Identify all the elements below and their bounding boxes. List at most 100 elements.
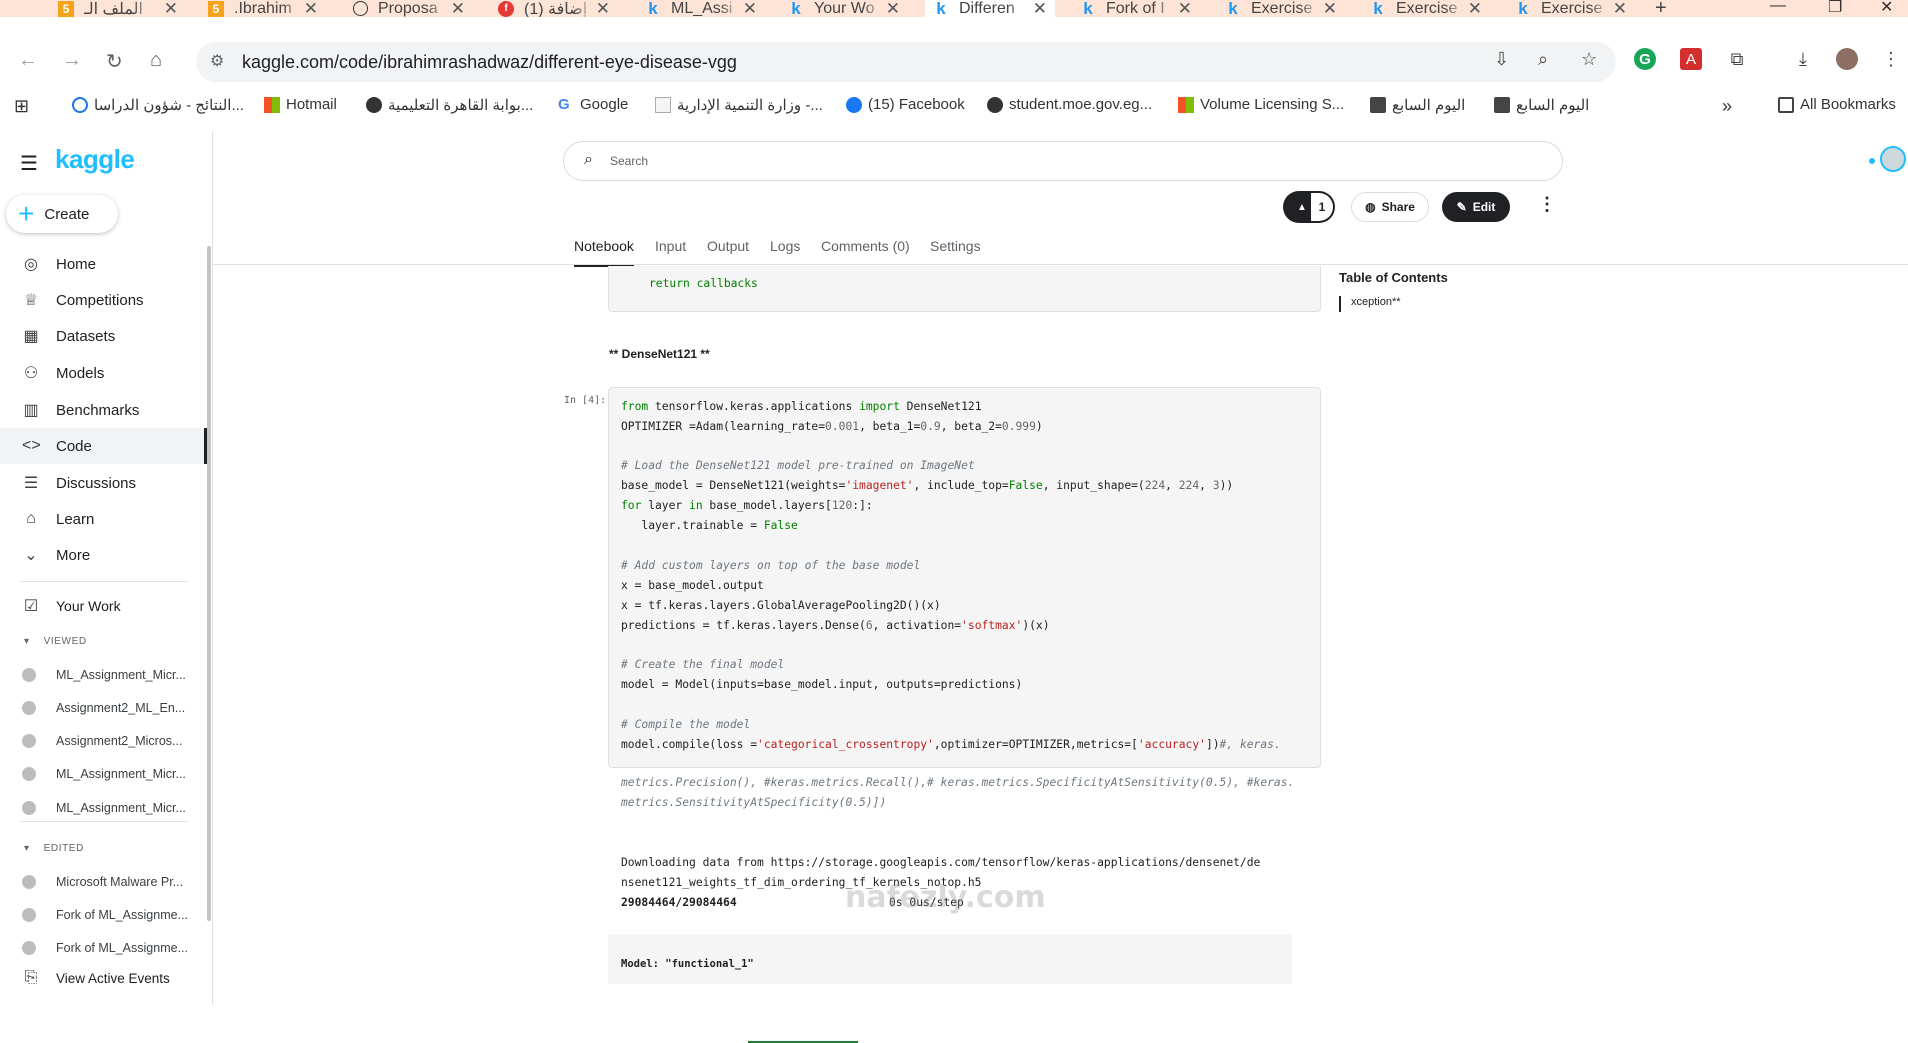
- sidebar-item-more[interactable]: ⌄ More: [0, 537, 206, 573]
- close-icon[interactable]: ✕: [164, 0, 178, 19]
- browser-tab[interactable]: Proposa ✕: [353, 0, 465, 19]
- close-icon[interactable]: ✕: [743, 0, 757, 19]
- close-window-icon[interactable]: ✕: [1880, 0, 1893, 17]
- downloads-icon[interactable]: ⤓: [1792, 48, 1814, 70]
- recent-item[interactable]: ML_Assignment_Micr...: [0, 796, 206, 820]
- browser-tab[interactable]: k Exercise ✕: [1225, 0, 1337, 19]
- browser-tab[interactable]: k Exercise ✕: [1370, 0, 1482, 19]
- tab-output[interactable]: Output: [707, 238, 749, 254]
- tab-input[interactable]: Input: [655, 238, 686, 254]
- upvote-button[interactable]: ▲ 1: [1283, 191, 1335, 223]
- address-bar[interactable]: ⚙ kaggle.com/code/ibrahimrashadwaz/diffe…: [196, 42, 1616, 82]
- extensions-icon[interactable]: ⧉: [1726, 48, 1748, 70]
- sidebar-item-datasets[interactable]: ▦ Datasets: [0, 318, 206, 354]
- bookmark-item[interactable]: اليوم السابع: [1494, 96, 1589, 114]
- bookmark-item[interactable]: بوابة القاهرة التعليمية...: [366, 96, 533, 114]
- code-icon: <>: [22, 437, 41, 454]
- close-icon[interactable]: ✕: [451, 0, 465, 19]
- sidebar-item-your-work[interactable]: ☑ Your Work: [0, 588, 206, 624]
- bookmark-item[interactable]: Volume Licensing S...: [1178, 96, 1344, 113]
- close-icon[interactable]: ✕: [886, 0, 900, 19]
- recent-item[interactable]: Microsoft Malware Pr...: [0, 870, 206, 894]
- create-button[interactable]: + Create: [6, 195, 118, 233]
- sidebar-item-code[interactable]: <> Code: [0, 428, 207, 464]
- kaggle-logo[interactable]: kaggle: [55, 144, 135, 175]
- sidebar-scrollbar[interactable]: [207, 246, 211, 921]
- code-cell[interactable]: return callbacks: [608, 266, 1321, 312]
- close-icon[interactable]: ✕: [1178, 0, 1192, 19]
- tab-notebook[interactable]: Notebook: [574, 238, 634, 267]
- all-bookmarks[interactable]: All Bookmarks: [1778, 96, 1896, 113]
- bookmark-item[interactable]: (15) Facebook: [846, 96, 965, 113]
- install-app-icon[interactable]: ⇩: [1494, 49, 1509, 70]
- browser-tab[interactable]: 5 .Ibrahim ✕: [208, 0, 318, 19]
- browser-tab[interactable]: k Exercise ✕: [1515, 0, 1627, 19]
- browser-tab-active[interactable]: k Differen ✕: [925, 0, 1055, 19]
- caret-down-icon: ▾: [24, 843, 30, 854]
- back-icon[interactable]: ←: [18, 49, 38, 72]
- tab-logs[interactable]: Logs: [770, 238, 800, 254]
- minimize-icon[interactable]: —: [1770, 0, 1786, 15]
- close-icon[interactable]: ✕: [1323, 0, 1337, 19]
- sidebar-item-competitions[interactable]: ♕ Competitions: [0, 282, 206, 318]
- recent-item[interactable]: ML_Assignment_Micr...: [0, 663, 206, 687]
- more-options-icon[interactable]: ⋮: [1538, 194, 1556, 215]
- reload-icon[interactable]: ↻: [106, 49, 123, 74]
- recent-item[interactable]: Assignment2_Micros...: [0, 729, 206, 753]
- bookmark-item[interactable]: النتائج - شؤون الدراسا...: [72, 96, 244, 114]
- search-input[interactable]: ⌕ Search: [563, 141, 1563, 181]
- close-icon[interactable]: ✕: [1033, 0, 1047, 19]
- restore-icon[interactable]: ❐: [1828, 0, 1842, 17]
- code-cell[interactable]: from tensorflow.keras.applications impor…: [608, 387, 1321, 768]
- edited-section-header[interactable]: ▾ EDITED: [24, 843, 84, 854]
- bookmark-item[interactable]: G Google: [558, 96, 628, 113]
- bookmark-item[interactable]: student.moe.gov.eg...: [987, 96, 1152, 113]
- pdf-extension-icon[interactable]: A: [1680, 48, 1702, 70]
- site-info-icon[interactable]: ⚙: [210, 51, 224, 71]
- trophy-icon: ♕: [23, 292, 39, 309]
- browser-tab[interactable]: k ML_Assi ✕: [645, 0, 757, 19]
- bookmark-item[interactable]: وزارة التنمية الإدارية -...: [655, 96, 823, 114]
- profile-avatar-icon[interactable]: [1836, 48, 1858, 70]
- bookmark-star-icon[interactable]: ☆: [1581, 49, 1597, 70]
- recent-item[interactable]: Fork of ML_Assignme...: [0, 903, 206, 927]
- share-button[interactable]: ◍ Share: [1351, 192, 1429, 222]
- close-icon[interactable]: ✕: [596, 0, 610, 19]
- sidebar-item-models[interactable]: ⚇ Models: [0, 355, 206, 391]
- code-line: base_model = DenseNet121(weights='imagen…: [621, 479, 1234, 492]
- recent-item[interactable]: Assignment2_ML_En...: [0, 696, 206, 720]
- viewed-section-header[interactable]: ▾ VIEWED: [24, 636, 87, 647]
- recent-item[interactable]: ML_Assignment_Micr...: [0, 762, 206, 786]
- browser-tab[interactable]: 5 الملف الـ ✕: [58, 0, 178, 19]
- grammarly-icon[interactable]: G: [1634, 48, 1656, 70]
- menu-icon[interactable]: ☰: [20, 151, 38, 176]
- more-bookmarks-icon[interactable]: »: [1722, 96, 1732, 117]
- sidebar-item-home[interactable]: ◎ Home: [0, 246, 206, 282]
- sidebar-item-learn[interactable]: ⌂ Learn: [0, 501, 206, 537]
- view-active-events[interactable]: ⎘ View Active Events: [0, 960, 206, 996]
- toc-item[interactable]: xception**: [1339, 296, 1459, 312]
- zoom-icon[interactable]: ⌕: [1538, 49, 1548, 70]
- new-tab-button[interactable]: +: [1655, 0, 1679, 19]
- browser-tab[interactable]: f (1) إضافة ✕: [498, 0, 610, 19]
- bookmark-item[interactable]: اليوم السابع: [1370, 96, 1465, 114]
- bookmark-item[interactable]: Hotmail: [264, 96, 337, 113]
- tab-settings[interactable]: Settings: [930, 238, 981, 254]
- tab-comments[interactable]: Comments (0): [821, 238, 910, 254]
- browser-tab[interactable]: k Fork of I ✕: [1080, 0, 1192, 19]
- sidebar-item-discussions[interactable]: ☰ Discussions: [0, 465, 206, 501]
- home-icon[interactable]: ⌂: [150, 49, 162, 72]
- close-icon[interactable]: ✕: [1468, 0, 1482, 19]
- url-text[interactable]: kaggle.com/code/ibrahimrashadwaz/differe…: [242, 52, 737, 73]
- sidebar-item-benchmarks[interactable]: ▥ Benchmarks: [0, 392, 206, 428]
- chrome-menu-icon[interactable]: ⋮: [1880, 48, 1902, 70]
- forward-icon[interactable]: →: [62, 49, 82, 72]
- edit-button[interactable]: ✎ Edit: [1442, 192, 1510, 222]
- recent-item[interactable]: Fork of ML_Assignme...: [0, 936, 206, 960]
- browser-tab[interactable]: k Your Wo ✕: [788, 0, 900, 19]
- close-icon[interactable]: ✕: [1613, 0, 1627, 19]
- avatar[interactable]: [1880, 146, 1906, 172]
- apps-grid-icon[interactable]: ⊞: [14, 96, 29, 117]
- close-icon[interactable]: ✕: [304, 0, 318, 19]
- code-line: predictions = tf.keras.layers.Dense(6, a…: [621, 619, 1050, 632]
